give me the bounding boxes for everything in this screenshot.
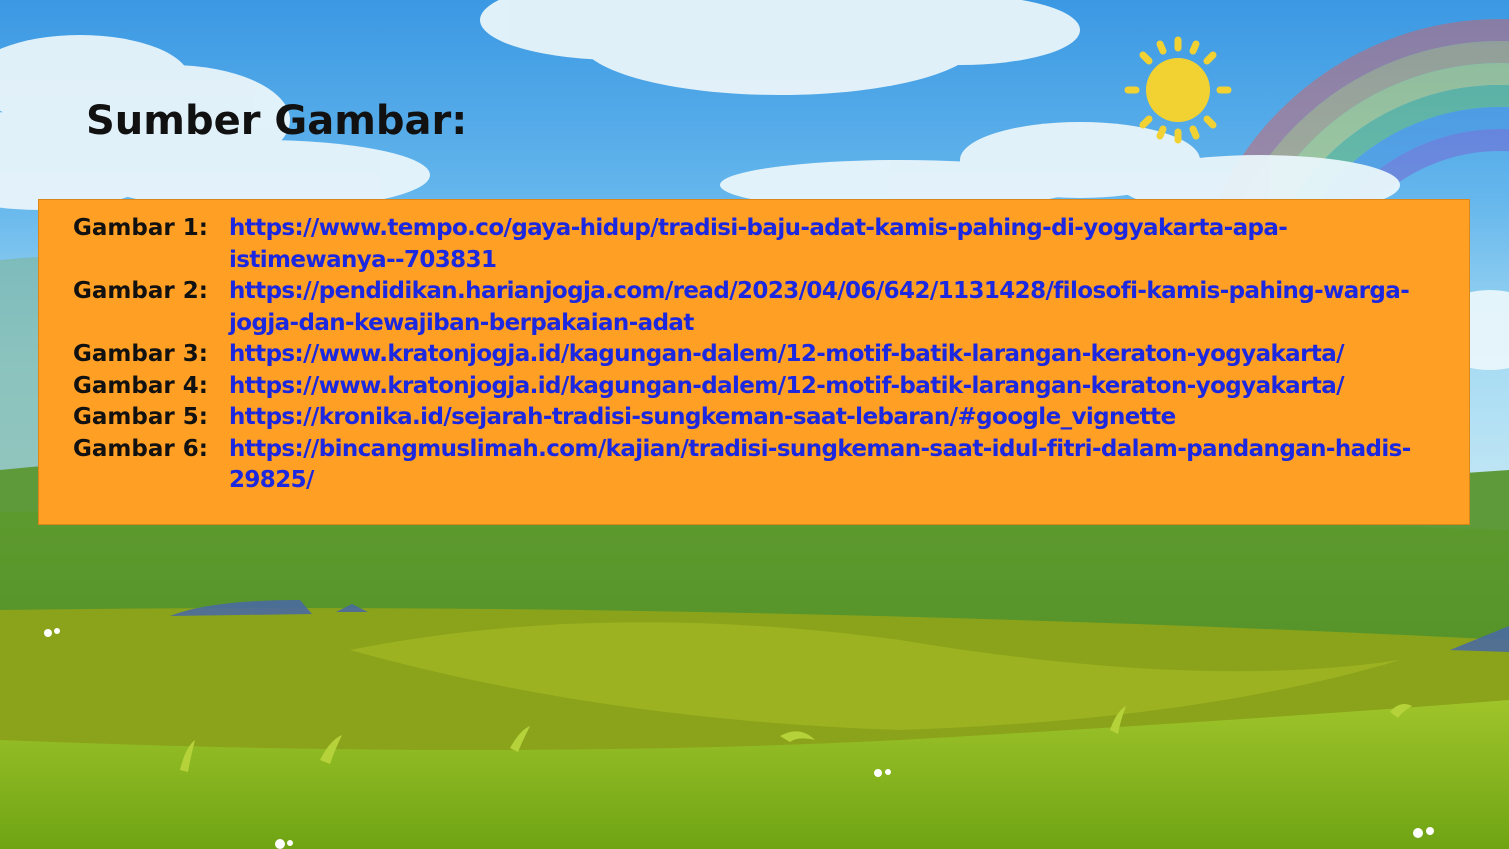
source-row-3: Gambar 3: https://www.kratonjogja.id/kag… (73, 339, 1439, 371)
source-row-2: Gambar 2: https://pendidikan.harianjogja… (73, 276, 1439, 339)
page-title: Sumber Gambar: (86, 98, 468, 144)
image-sources-panel: Gambar 1: https://www.tempo.co/gaya-hidu… (38, 199, 1470, 525)
source-label: Gambar 4: (73, 372, 208, 399)
source-label: Gambar 2: (73, 278, 208, 304)
source-row-1: Gambar 1: https://www.tempo.co/gaya-hidu… (73, 213, 1439, 276)
source-link[interactable]: https://www.kratonjogja.id/kagungan-dale… (229, 339, 1439, 371)
source-row-4: Gambar 4: https://www.kratonjogja.id/kag… (73, 371, 1439, 403)
source-row-5: Gambar 5: https://kronika.id/sejarah-tra… (73, 402, 1439, 434)
source-link[interactable]: https://www.kratonjogja.id/kagungan-dale… (229, 371, 1439, 403)
source-label: Gambar 1: (73, 215, 208, 241)
source-row-6: Gambar 6: https://bincangmuslimah.com/ka… (73, 434, 1439, 497)
source-label: Gambar 3: (73, 341, 208, 367)
source-link[interactable]: https://www.tempo.co/gaya-hidup/tradisi-… (229, 213, 1439, 276)
source-label: Gambar 5: (73, 404, 208, 430)
source-label: Gambar 6: (73, 435, 208, 462)
source-link[interactable]: https://pendidikan.harianjogja.com/read/… (229, 276, 1439, 339)
source-link[interactable]: https://bincangmuslimah.com/kajian/tradi… (229, 434, 1439, 497)
source-link[interactable]: https://kronika.id/sejarah-tradisi-sungk… (229, 402, 1439, 434)
